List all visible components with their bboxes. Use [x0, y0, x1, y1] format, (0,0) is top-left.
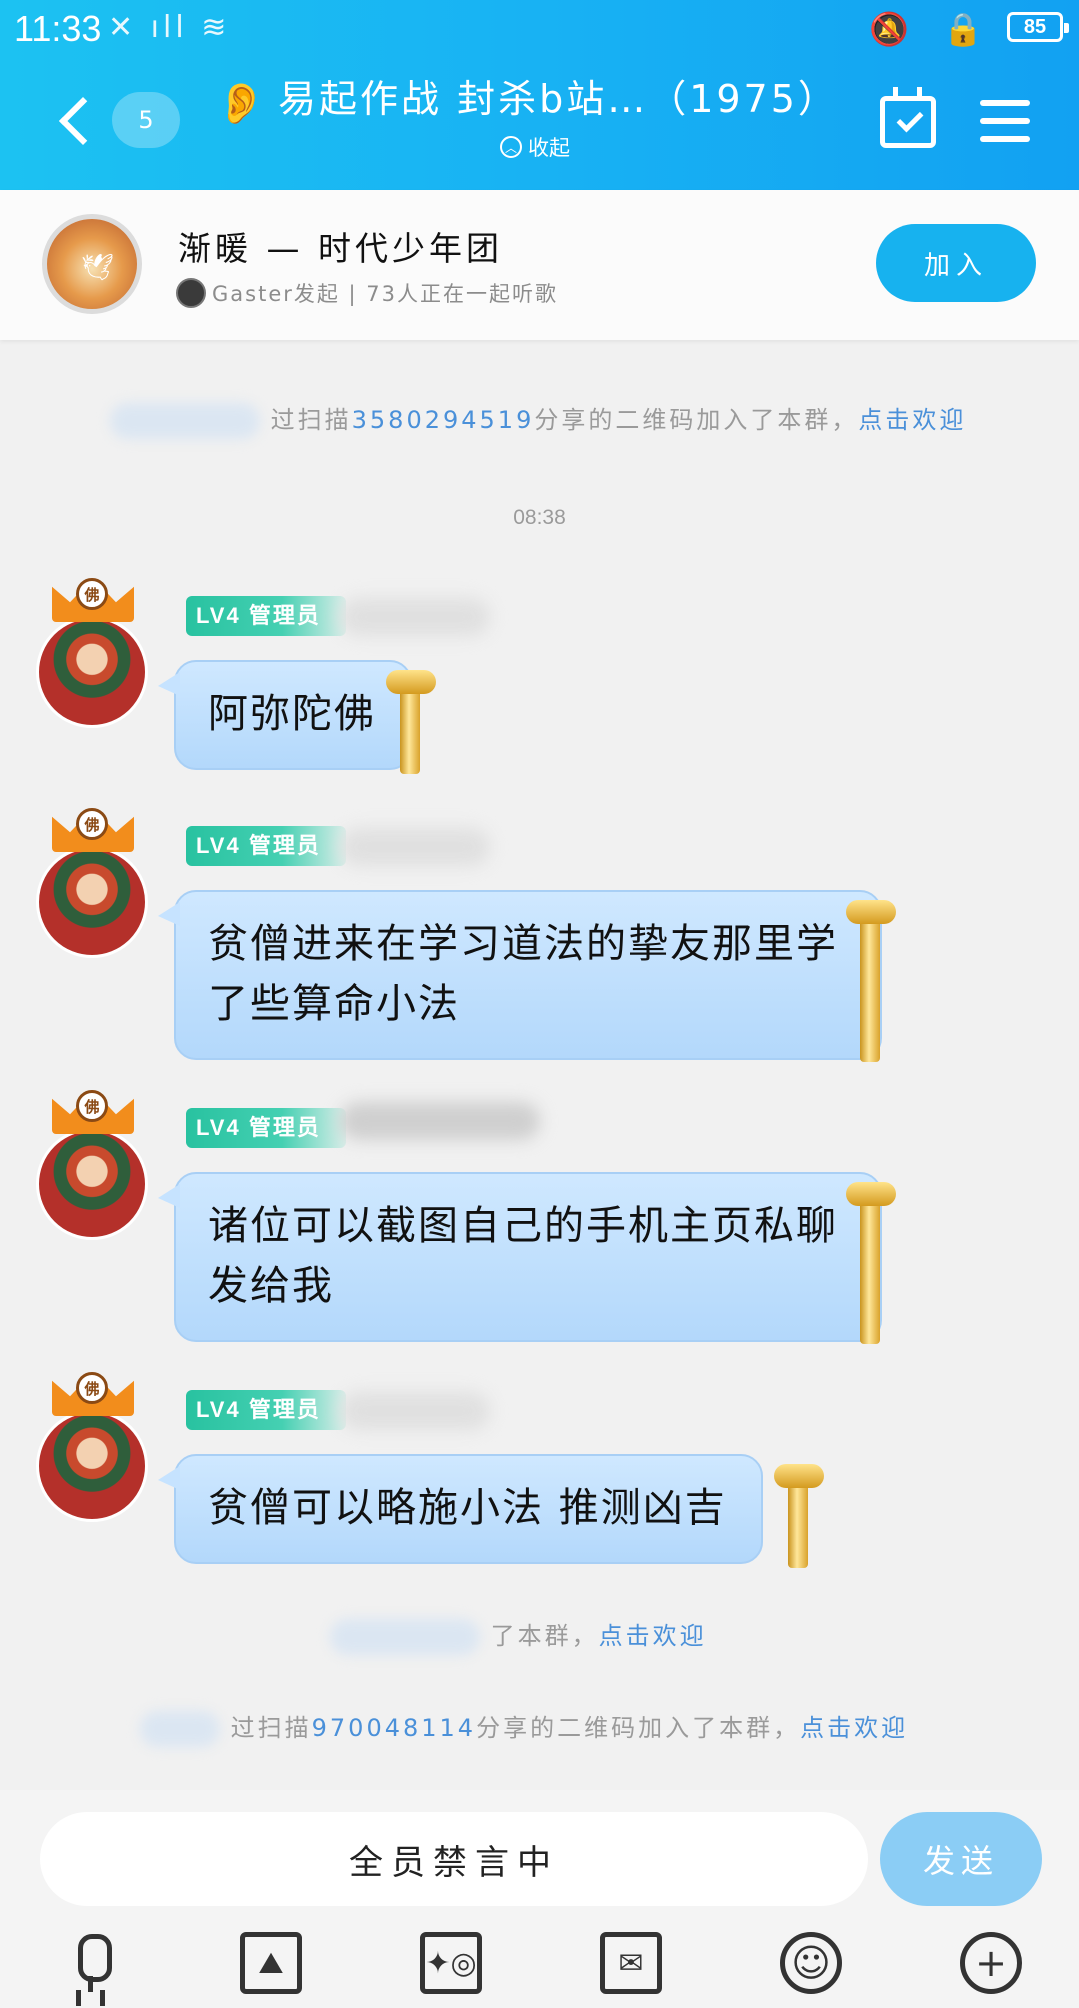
bubble-decoration: [846, 900, 896, 924]
unread-count-badge[interactable]: 5: [112, 92, 180, 148]
sender-name[interactable]: [340, 1102, 540, 1140]
welcome-link[interactable]: 点击欢迎: [800, 1714, 908, 1742]
crown-badge: 佛: [76, 1090, 108, 1122]
room-subtitle: Gaster发起 | 73人正在一起听歌: [176, 278, 558, 308]
welcome-link[interactable]: 点击欢迎: [858, 406, 966, 434]
level-tag: LV4 管理员: [186, 596, 346, 636]
microphone-icon[interactable]: [60, 1932, 122, 1994]
message-bubble[interactable]: 阿弥陀佛: [158, 660, 412, 770]
bubble-decoration: [400, 680, 420, 774]
red-packet-icon[interactable]: ✉: [600, 1932, 662, 1994]
image-icon[interactable]: ⛰: [240, 1932, 302, 1994]
message-bubble[interactable]: 诸位可以截图自己的手机主页私聊发给我: [158, 1172, 882, 1342]
send-button[interactable]: 发送: [880, 1812, 1042, 1906]
song-cover: 🕊: [42, 214, 142, 314]
crown-badge: 佛: [76, 578, 108, 610]
ear-icon[interactable]: 👂: [216, 80, 266, 127]
room-song-name: 渐暖 — 时代少年团: [178, 229, 503, 268]
crown-badge: 佛: [76, 1372, 108, 1404]
avatar[interactable]: [36, 846, 148, 958]
welcome-link[interactable]: 点击欢迎: [599, 1622, 707, 1650]
camera-icon[interactable]: ✦◎: [420, 1932, 482, 1994]
join-button[interactable]: 加入: [876, 224, 1036, 302]
room-subtitle-text: Gaster发起 | 73人正在一起听歌: [212, 282, 559, 306]
chat-message: 佛 LV4 管理员 诸位可以截图自己的手机主页私聊发给我: [0, 1082, 1079, 1344]
muted-input-field: 全员禁言中: [40, 1812, 868, 1906]
menu-icon[interactable]: [980, 100, 1030, 144]
avatar[interactable]: [36, 1410, 148, 1522]
bubble-decoration: [860, 912, 880, 1062]
back-icon[interactable]: [52, 92, 102, 152]
chat-message: 佛 LV4 管理员 贫僧可以略施小法 推测凶吉: [0, 1364, 1079, 1568]
chevron-up-icon: ︿: [500, 136, 522, 158]
crown-badge: 佛: [76, 808, 108, 840]
silent-lock-icon: 🔕 🔒: [869, 10, 995, 48]
chat-message: 佛 LV4 管理员 贫僧进来在学习道法的挚友那里学了些算命小法: [0, 800, 1079, 1062]
sender-name[interactable]: [340, 1392, 490, 1430]
plus-icon[interactable]: +: [960, 1932, 1022, 1994]
input-bar: 全员禁言中 发送 ⛰ ✦◎ ✉ ☺ +: [0, 1790, 1079, 2008]
top-bar: 11:33 ✕ ıll ≋ 🔕 🔒 85 5 👂 易起作战 封杀b站…（1975…: [0, 0, 1079, 190]
sender-name[interactable]: [340, 828, 490, 866]
message-bubble[interactable]: 贫僧进来在学习道法的挚友那里学了些算命小法: [158, 890, 882, 1060]
sender-name[interactable]: [340, 598, 490, 636]
bubble-decoration: [386, 670, 436, 694]
system-message: 过扫描3580294519分享的二维码加入了本群，点击欢迎: [110, 400, 966, 439]
calendar-check-icon[interactable]: [880, 87, 936, 148]
message-timestamp: 08:38: [513, 506, 566, 529]
system-message: 了本群，点击欢迎: [330, 1616, 707, 1655]
collapse-label: 收起: [528, 136, 570, 160]
bubble-decoration: [774, 1464, 824, 1488]
level-tag: LV4 管理员: [186, 1108, 346, 1148]
host-avatar: [176, 278, 206, 308]
listen-together-card[interactable]: 🕊 渐暖 — 时代少年团 Gaster发起 | 73人正在一起听歌 加入: [0, 190, 1079, 340]
chat-area[interactable]: 过扫描3580294519分享的二维码加入了本群，点击欢迎 08:38 佛 LV…: [0, 340, 1079, 1790]
battery-icon: 85: [1007, 12, 1069, 42]
group-title[interactable]: 易起作战 封杀b站…（1975）: [278, 68, 839, 123]
message-bubble[interactable]: 贫僧可以略施小法 推测凶吉: [158, 1454, 763, 1564]
bubble-decoration: [846, 1182, 896, 1206]
level-tag: LV4 管理员: [186, 826, 346, 866]
status-time: 11:33: [14, 8, 102, 49]
avatar[interactable]: [36, 616, 148, 728]
emoji-icon[interactable]: ☺: [780, 1932, 842, 1994]
chat-message: 佛 LV4 管理员 阿弥陀佛: [0, 570, 1079, 774]
bubble-decoration: [860, 1194, 880, 1344]
signal-wifi-icon: ✕ ıll ≋: [108, 10, 231, 45]
bubble-decoration: [788, 1474, 808, 1568]
avatar[interactable]: [36, 1128, 148, 1240]
level-tag: LV4 管理员: [186, 1390, 346, 1430]
system-message: 过扫描970048114分享的二维码加入了本群，点击欢迎: [140, 1708, 908, 1747]
collapse-toggle[interactable]: ︿ 收起: [500, 132, 570, 162]
